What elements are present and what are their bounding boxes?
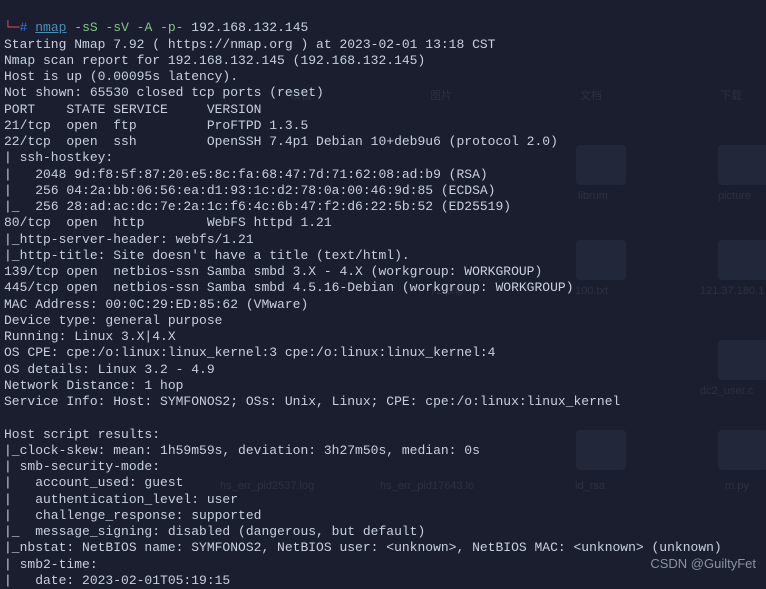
output-line: Device type: general purpose bbox=[4, 313, 222, 328]
watermark-text: CSDN @GuiltyFet bbox=[650, 556, 756, 572]
output-line: Starting Nmap 7.92 ( https://nmap.org ) … bbox=[4, 37, 495, 52]
port-row: 21/tcp open ftp ProFTPD 1.3.5 bbox=[4, 118, 308, 133]
output-line: Running: Linux 3.X|4.X bbox=[4, 329, 176, 344]
port-row: 139/tcp open netbios-ssn Samba smbd 3.X … bbox=[4, 264, 542, 279]
port-row: 22/tcp open ssh OpenSSH 7.4p1 Debian 10+… bbox=[4, 134, 558, 149]
output-line: OS CPE: cpe:/o:linux:linux_kernel:3 cpe:… bbox=[4, 345, 495, 360]
command-name: nmap bbox=[35, 20, 66, 35]
output-line: | authentication_level: user bbox=[4, 492, 238, 507]
output-line: |_http-server-header: webfs/1.21 bbox=[4, 232, 254, 247]
output-line: | account_used: guest bbox=[4, 475, 183, 490]
port-row: 445/tcp open netbios-ssn Samba smbd 4.5.… bbox=[4, 280, 574, 295]
prompt-line: └─# nmap -sS -sV -A -p- 192.168.132.145 bbox=[4, 20, 308, 35]
output-line: Host script results: bbox=[4, 427, 160, 442]
output-line: |_clock-skew: mean: 1h59m59s, deviation:… bbox=[4, 443, 480, 458]
command-target: 192.168.132.145 bbox=[191, 20, 308, 35]
output-line: | date: 2023-02-01T05:19:15 bbox=[4, 573, 230, 588]
output-line: | 256 04:2a:bb:06:56:ea:d1:93:1c:d2:78:0… bbox=[4, 183, 495, 198]
output-line: Nmap scan report for 192.168.132.145 (19… bbox=[4, 53, 425, 68]
output-line: |_nbstat: NetBIOS name: SYMFONOS2, NetBI… bbox=[4, 540, 722, 555]
prompt-arrow: └─ bbox=[4, 20, 20, 35]
prompt-hash: # bbox=[20, 20, 28, 35]
output-line: | smb2-time: bbox=[4, 557, 105, 572]
command-flags: -sS -sV -A -p- bbox=[74, 20, 183, 35]
output-line: | smb-security-mode: bbox=[4, 459, 168, 474]
output-line: Host is up (0.00095s latency). bbox=[4, 69, 238, 84]
output-line: MAC Address: 00:0C:29:ED:85:62 (VMware) bbox=[4, 297, 308, 312]
output-line: | ssh-hostkey: bbox=[4, 150, 121, 165]
output-line: | challenge_response: supported bbox=[4, 508, 261, 523]
ports-header: PORT STATE SERVICE VERSION bbox=[4, 102, 261, 117]
output-line: | 2048 9d:f8:5f:87:20:e5:8c:fa:68:47:7d:… bbox=[4, 167, 488, 182]
output-line: Service Info: Host: SYMFONOS2; OSs: Unix… bbox=[4, 394, 620, 409]
output-line: |_http-title: Site doesn't have a title … bbox=[4, 248, 410, 263]
output-line: Network Distance: 1 hop bbox=[4, 378, 183, 393]
port-row: 80/tcp open http WebFS httpd 1.21 bbox=[4, 215, 332, 230]
output-line: Not shown: 65530 closed tcp ports (reset… bbox=[4, 85, 324, 100]
output-line: |_ message_signing: disabled (dangerous,… bbox=[4, 524, 425, 539]
terminal-output[interactable]: └─# nmap -sS -sV -A -p- 192.168.132.145 … bbox=[4, 4, 762, 589]
output-line: |_ 256 28:ad:ac:dc:7e:2a:1c:f6:4c:6b:47:… bbox=[4, 199, 511, 214]
output-line: OS details: Linux 3.2 - 4.9 bbox=[4, 362, 215, 377]
